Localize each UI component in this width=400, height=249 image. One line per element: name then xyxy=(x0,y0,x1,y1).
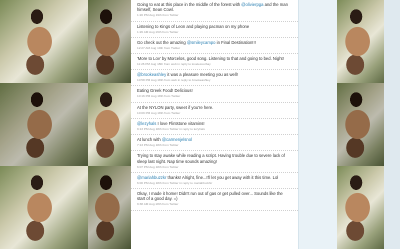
mention-link[interactable]: @mariahbuzzkr xyxy=(137,175,166,180)
tweet-item: At the NYLON party, sweet if you're here… xyxy=(131,103,298,119)
background-photo-strip-top xyxy=(88,0,131,83)
tweet-text: @lezyhals I love Flintstone vitamins! xyxy=(137,120,205,126)
background-photo-left-bottom xyxy=(0,166,88,249)
tweet-text: Okay, I made it home! Didn't run out of … xyxy=(137,191,283,202)
tweet-text: At lunch with @carmenjelsnol xyxy=(137,137,192,143)
sidebar xyxy=(298,0,337,249)
tweet-text: @mariahbuzzkr thanks! Alright, fine...I'… xyxy=(137,174,279,180)
tweet-text: Going to eat at this place in the middle… xyxy=(137,2,288,13)
tweet-timeline: Going to eat at this place in the middle… xyxy=(131,0,298,249)
tweet-meta: 11:26 PM Aug 18th from web in reply to l… xyxy=(137,61,211,66)
background-photo-right-middle xyxy=(336,83,384,166)
right-edge xyxy=(384,0,400,249)
tweet-meta: 6:00 PM Aug 18th from Twitter in reply t… xyxy=(137,180,213,185)
tweet-text: @brookeashley it was a pleasure meeting … xyxy=(137,72,238,78)
mention-link[interactable]: @lezyhals xyxy=(137,121,156,126)
background-photo-right-top xyxy=(336,0,384,83)
mention-link[interactable]: @olivierpga xyxy=(241,2,263,7)
tweet-item: Okay, I made it home! Didn't run out of … xyxy=(131,189,298,211)
background-photo-left-middle xyxy=(0,83,88,166)
tweet-meta: 9:13 PM Aug 18th from Twitter in reply t… xyxy=(137,126,205,131)
tweet-meta: 1:26 AM Aug 19th from Twitter xyxy=(137,29,179,34)
tweet-item: 'More to Lov' by Morcelos, good song. Li… xyxy=(131,54,298,71)
tweet-item: @brookeashley it was a pleasure meeting … xyxy=(131,70,298,87)
tweet-item: Listening to Kings of Leon and playing p… xyxy=(131,22,298,38)
tweet-item: Eating Greek Food! Delicious! 10:16 PM Au… xyxy=(131,86,298,103)
tweet-text: Eating Greek Food! Delicious! xyxy=(137,88,193,94)
tweet-item: Go check out the amazing @smileycampo in… xyxy=(131,38,298,55)
tweet-meta: 12:27 AM Aug 19th from Twitter xyxy=(137,45,181,50)
background-photo-strip-middle xyxy=(88,83,131,166)
tweet-meta: 9:38 AM Aug 18th from Twitter xyxy=(137,202,179,207)
tweet-item: Trying to stay awake while reading a scr… xyxy=(131,151,298,173)
tweet-text: Go check out the amazing @smileycampo in… xyxy=(137,39,256,45)
mention-link[interactable]: @smileycampo xyxy=(187,40,216,45)
tweet-text: Listening to Kings of Leon and playing p… xyxy=(137,23,250,29)
background-photo-left-top xyxy=(0,0,88,83)
tweet-meta: 6:07 PM Aug 18th from Twitter xyxy=(137,164,179,169)
tweet-meta: 1:20 PM Aug 19th from Twitter xyxy=(137,13,179,18)
tweet-meta: 7:13 PM Aug 18th from Twitter xyxy=(137,142,179,147)
tweet-meta: 10:16 PM Aug 18th from Twitter xyxy=(137,94,181,99)
background-photo-strip-bottom xyxy=(88,166,131,249)
tweet-item: @mariahbuzzkr thanks! Alright, fine...I'… xyxy=(131,173,298,190)
tweet-item: @lezyhals I love Flintstone vitamins! 9:1… xyxy=(131,119,298,136)
mention-link[interactable]: @carmenjelsnol xyxy=(162,137,192,142)
mention-link[interactable]: @brookeashley xyxy=(137,72,166,77)
tweet-meta: 10:58 PM Aug 18th from web in reply to b… xyxy=(137,78,211,83)
background-photo-right-bottom xyxy=(336,166,384,249)
tweet-item: Going to eat at this place in the middle… xyxy=(131,0,298,22)
tweet-meta: 10:09 PM Aug 18th from Twitter xyxy=(137,110,181,115)
tweet-item: At lunch with @carmenjelsnol 7:13 PM Aug … xyxy=(131,135,298,152)
tweet-text: Trying to stay awake while reading a scr… xyxy=(137,153,285,164)
tweet-text: 'More to Lov' by Morcelos, good song. Li… xyxy=(137,56,284,62)
tweet-text: At the NYLON party, sweet if you're here… xyxy=(137,104,214,110)
